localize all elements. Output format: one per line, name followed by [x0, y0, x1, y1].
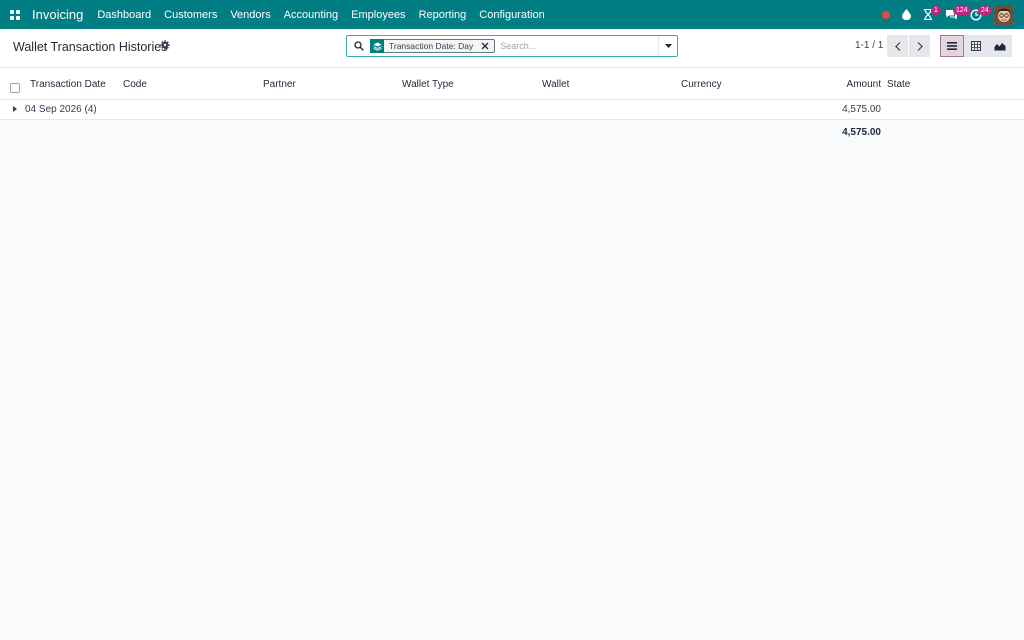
layers-icon [370, 39, 384, 53]
list-icon [947, 42, 957, 50]
search-icon[interactable] [349, 36, 369, 56]
column-transaction-date[interactable]: Transaction Date [30, 79, 106, 90]
caret-down-icon [664, 44, 672, 48]
menu-employees[interactable]: Employees [351, 9, 405, 21]
pager-value[interactable]: 1-1 / 1 [855, 40, 883, 51]
list-header: Transaction Date Code Partner Wallet Typ… [0, 68, 1024, 100]
updates-button[interactable]: 24 [970, 0, 992, 29]
list-view-button[interactable] [940, 35, 964, 57]
menu-customers[interactable]: Customers [164, 9, 217, 21]
recording-indicator[interactable] [882, 0, 890, 29]
pivot-view-button[interactable] [964, 35, 988, 57]
drop-icon-button[interactable] [902, 0, 911, 29]
search-input[interactable] [500, 41, 661, 51]
user-avatar[interactable] [994, 4, 1014, 25]
gear-icon[interactable] [160, 40, 170, 50]
menu-vendors[interactable]: Vendors [230, 9, 270, 21]
column-amount[interactable]: Amount [847, 79, 881, 90]
facet-label: Transaction Date: Day [389, 41, 474, 51]
activities-button[interactable]: 1 [923, 0, 941, 29]
record-dot-icon [882, 10, 890, 19]
group-row[interactable]: 04 Sep 2026 (4) 4,575.00 [0, 100, 1024, 120]
close-icon[interactable] [479, 40, 491, 52]
search-options-toggle[interactable] [658, 36, 677, 56]
updates-badge: 24 [978, 6, 992, 15]
column-state[interactable]: State [887, 79, 910, 90]
apps-grid-icon [9, 9, 20, 20]
search-bar[interactable]: Transaction Date: Day [346, 35, 678, 57]
pager-next-button[interactable] [909, 35, 930, 57]
messages-badge: 124 [953, 6, 971, 15]
list-view: Transaction Date Code Partner Wallet Typ… [0, 68, 1024, 144]
menu-accounting[interactable]: Accounting [284, 9, 338, 21]
app-brand[interactable]: Invoicing [32, 7, 83, 22]
pager-previous-button[interactable] [887, 35, 908, 57]
drop-icon [902, 9, 911, 20]
column-partner[interactable]: Partner [263, 79, 296, 90]
apps-menu-button[interactable] [0, 0, 29, 29]
column-code[interactable]: Code [123, 79, 147, 90]
table-icon [971, 41, 981, 51]
group-amount: 4,575.00 [842, 104, 881, 115]
user-avatar-icon [994, 4, 1014, 25]
menu-dashboard[interactable]: Dashboard [97, 9, 151, 21]
column-currency[interactable]: Currency [681, 79, 722, 90]
chevron-left-icon [894, 41, 900, 51]
systray: 1 124 24 [882, 0, 1024, 29]
column-wallet[interactable]: Wallet [542, 79, 569, 90]
graph-view-button[interactable] [988, 35, 1012, 57]
list-footer: 4,575.00 [0, 120, 1024, 144]
search-facet[interactable]: Transaction Date: Day [370, 39, 496, 53]
activities-badge: 1 [931, 6, 941, 15]
area-chart-icon [994, 42, 1006, 50]
control-panel: Wallet Transaction Histories Transaction… [0, 29, 1024, 68]
menu-reporting[interactable]: Reporting [419, 9, 467, 21]
caret-right-icon [13, 106, 17, 112]
top-navbar: Invoicing Dashboard Customers Vendors Ac… [0, 0, 1024, 29]
page-title: Wallet Transaction Histories [13, 40, 168, 54]
column-wallet-type[interactable]: Wallet Type [402, 79, 454, 90]
menu-configuration[interactable]: Configuration [479, 9, 544, 21]
total-amount: 4,575.00 [842, 127, 881, 138]
group-label: 04 Sep 2026 (4) [25, 104, 97, 115]
chevron-right-icon [917, 41, 923, 51]
messages-button[interactable]: 124 [945, 0, 971, 29]
select-all-checkbox[interactable] [10, 83, 20, 93]
